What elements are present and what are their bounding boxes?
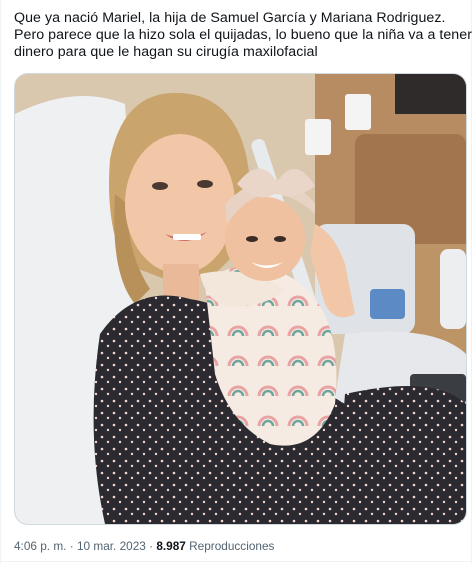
eye	[152, 182, 168, 190]
tweet-metadata: 4:06 p. m. · 10 mar. 2023 · 8.987 Reprod…	[14, 539, 274, 553]
teeth	[173, 234, 201, 240]
tweet-card: Que ya nació Mariel, la hija de Samuel G…	[0, 0, 472, 564]
meta-separator: ·	[69, 539, 74, 553]
baby-eye	[246, 236, 258, 242]
baby-eye	[274, 236, 286, 242]
views-count: 8.987	[156, 539, 186, 553]
tweet-text-line: dinero para que le hagan su cirugía maxi…	[14, 44, 318, 60]
tweet-photo[interactable]	[14, 73, 467, 525]
meta-separator: ·	[149, 539, 154, 553]
tweet-text-line: Que ya nació Mariel, la hija de Samuel G…	[14, 10, 446, 26]
cup	[345, 94, 371, 130]
cup	[305, 119, 331, 155]
tweet-date[interactable]: 10 mar. 2023	[77, 539, 146, 553]
tweet-text: Que ya nació Mariel, la hija de Samuel G…	[14, 10, 472, 61]
photo-illustration	[15, 74, 466, 524]
face	[125, 134, 235, 274]
dress-lower	[335, 386, 466, 524]
eye	[197, 180, 213, 188]
divider	[1, 561, 471, 562]
tweet-time[interactable]: 4:06 p. m.	[14, 539, 66, 553]
views-label: Reproducciones	[189, 539, 275, 553]
bed-rail-right	[440, 249, 466, 329]
tweet-text-line: Pero parece que la hizo sola el quijadas…	[14, 27, 472, 43]
bag	[395, 74, 466, 114]
bed-display	[370, 289, 405, 319]
